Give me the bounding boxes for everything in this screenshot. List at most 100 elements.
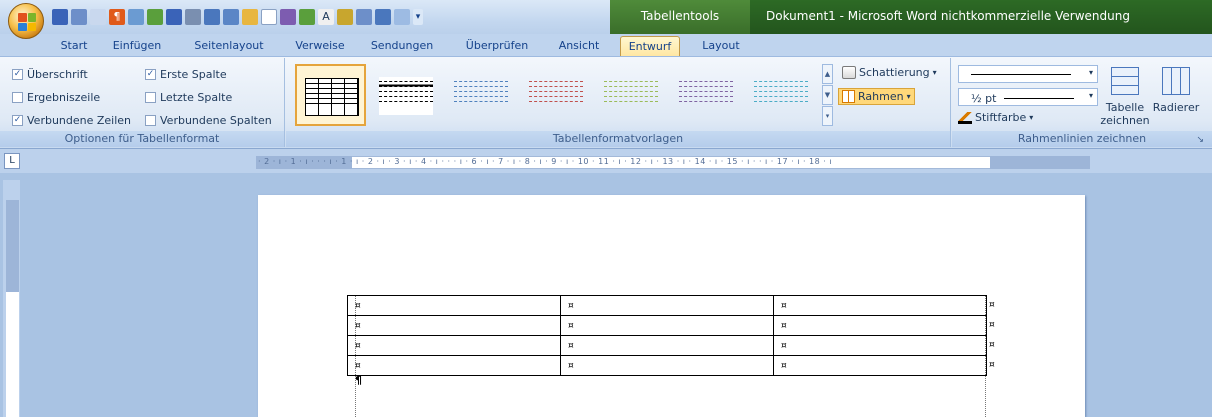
chevron-down-icon: ▾ [1029, 113, 1034, 122]
draw-table-button[interactable]: Tabelle zeichnen [1100, 63, 1150, 131]
open-folder-icon[interactable] [242, 9, 258, 25]
gallery-more-button[interactable]: ▾ [822, 106, 833, 126]
options-group: ✓ Überschrift Ergebniszeile ✓ Verbundene Z… [0, 58, 285, 147]
checkbox-first-column[interactable]: ✓ Erste Spalte [145, 68, 227, 81]
pilcrow-icon[interactable]: ¶ [109, 9, 125, 25]
table-row[interactable]: ¤ ¤ ¤ [347, 295, 987, 316]
tab-2[interactable]: Seitenlayout [185, 36, 273, 56]
draw-table-label-2: zeichnen [1100, 114, 1150, 127]
table-style-swatch[interactable] [295, 64, 366, 126]
tab-3[interactable]: Verweise [287, 36, 353, 56]
table-style-swatch[interactable] [445, 64, 516, 126]
table-cell[interactable]: ¤ [773, 355, 987, 376]
table-cell[interactable]: ¤ [560, 355, 774, 376]
gallery-scroll-up-button[interactable]: ▲ [822, 64, 833, 84]
spelling-icon[interactable] [280, 9, 296, 25]
checkbox-icon [12, 92, 23, 103]
tab-0[interactable]: Start [50, 36, 98, 56]
context-tab-label: Tabellentools [640, 9, 720, 23]
table-cell[interactable]: ¤ [347, 355, 561, 376]
table-cell[interactable]: ¤ [560, 315, 774, 336]
table-style-preview-icon [379, 77, 433, 115]
list-icon[interactable] [166, 9, 182, 25]
borders-button[interactable]: Rahmen ▾ [838, 88, 915, 105]
table-style-preview-icon [604, 77, 658, 115]
checkbox-banded-columns[interactable]: Verbundene Spalten [145, 114, 272, 127]
dialog-launcher-icon[interactable]: ↘ [1196, 135, 1204, 145]
group-label: Optionen für Tabellenformat [0, 131, 284, 147]
table-row[interactable]: ¤ ¤ ¤ [347, 335, 987, 356]
table-cell[interactable]: ¤ [347, 295, 561, 316]
table-style-swatch[interactable] [370, 64, 441, 126]
font-icon[interactable]: A [318, 9, 334, 25]
undo-icon[interactable] [71, 9, 87, 25]
table-cell[interactable]: ¤ [347, 315, 561, 336]
tab-6[interactable]: Ansicht [552, 36, 606, 56]
checkbox-label: Ergebniszeile [27, 91, 101, 104]
tab-7[interactable]: Entwurf [620, 36, 680, 56]
insert-table-icon[interactable] [299, 9, 315, 25]
format-icon[interactable] [147, 9, 163, 25]
picture-icon[interactable] [375, 9, 391, 25]
pen-color-button[interactable]: Stiftfarbe ▾ [958, 111, 1033, 124]
table-cell[interactable]: ¤ [560, 295, 774, 316]
doc-icon[interactable] [223, 9, 239, 25]
chevron-down-icon: ▾ [1088, 68, 1093, 77]
table-cell[interactable]: ¤ [347, 335, 561, 356]
table-icon[interactable] [128, 9, 144, 25]
table-row[interactable]: ¤ ¤ ¤ [347, 355, 987, 376]
draw-table-label-1: Tabelle [1105, 101, 1145, 114]
page-icon[interactable] [204, 9, 220, 25]
edit-icon[interactable] [394, 9, 410, 25]
customize-qat-icon[interactable]: ▾ [413, 9, 423, 25]
table-cell[interactable]: ¤ [773, 315, 987, 336]
eraser-label: Radierer [1152, 101, 1200, 114]
new-doc-icon[interactable] [261, 9, 277, 25]
save-icon[interactable] [52, 9, 68, 25]
table-cell[interactable]: ¤ [773, 335, 987, 356]
table-cell[interactable]: ¤ [560, 335, 774, 356]
paragraph-mark: ¶ [355, 374, 362, 387]
table-style-swatch[interactable] [745, 64, 816, 126]
table-row[interactable]: ¤ ¤ ¤ [347, 315, 987, 336]
highlight-icon[interactable] [337, 9, 353, 25]
eraser-button[interactable]: Radierer [1150, 63, 1202, 131]
ruler-ticks: · 2 · ı · 1 · ı · · · ı · 1 · ı · 2 · ı … [258, 157, 833, 166]
row-end-mark: ¤ [989, 360, 995, 370]
window-title: Dokument1 - Microsoft Word nichtkommerzi… [766, 9, 1130, 23]
bullets-icon[interactable] [356, 9, 372, 25]
tab-1[interactable]: Einfügen [107, 36, 167, 56]
line-weight-preview [1004, 98, 1074, 99]
table-style-preview-icon [754, 77, 808, 115]
tab-4[interactable]: Sendungen [362, 36, 442, 56]
image-icon[interactable] [185, 9, 201, 25]
tab-5[interactable]: Überprüfen [458, 36, 536, 56]
checkbox-banded-rows[interactable]: ✓ Verbundene Zeilen [12, 114, 131, 127]
table-style-preview-icon [454, 77, 508, 115]
checkbox-label: Überschrift [27, 68, 88, 81]
borders-label: Rahmen [858, 90, 904, 103]
tab-selector-button[interactable]: L [4, 153, 20, 169]
tab-8[interactable]: Layout [695, 36, 747, 56]
vertical-ruler-margin [6, 200, 19, 292]
document-table[interactable]: ¤ ¤ ¤ ¤ ¤ ¤ ¤ ¤ ¤ ¤ ¤ ¤ [347, 295, 987, 376]
table-cell[interactable]: ¤ [773, 295, 987, 316]
checkbox-icon: ✓ [145, 69, 156, 80]
line-weight-dropdown[interactable]: ½ pt ▾ [958, 88, 1098, 106]
gallery-scroll-down-button[interactable]: ▼ [822, 85, 833, 105]
checkbox-icon: ✓ [12, 69, 23, 80]
redo-icon[interactable] [90, 9, 106, 25]
table-style-swatch[interactable] [520, 64, 591, 126]
table-style-swatch[interactable] [670, 64, 741, 126]
shading-button[interactable]: Schattierung ▾ [842, 66, 937, 79]
checkbox-total-row[interactable]: Ergebniszeile [12, 91, 100, 104]
line-style-dropdown[interactable]: ▾ [958, 65, 1098, 83]
table-style-swatch[interactable] [595, 64, 666, 126]
checkbox-header-row[interactable]: ✓ Überschrift [12, 68, 88, 81]
horizontal-ruler[interactable]: · 2 · ı · 1 · ı · · · ı · 1 · ı · 2 · ı … [0, 149, 1212, 173]
vertical-ruler[interactable] [3, 180, 20, 417]
office-button[interactable] [8, 3, 44, 39]
checkbox-label: Verbundene Spalten [160, 114, 272, 127]
checkbox-last-column[interactable]: Letzte Spalte [145, 91, 232, 104]
eraser-icon [1162, 67, 1190, 95]
